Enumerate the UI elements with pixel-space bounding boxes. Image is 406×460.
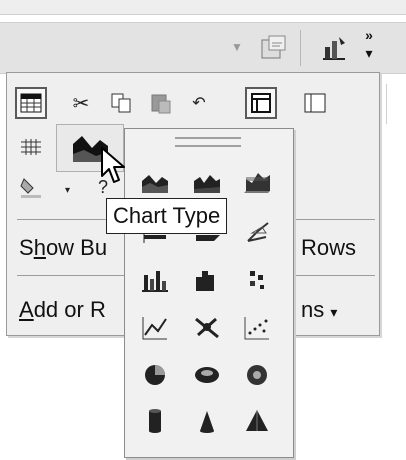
- show-buttons-tail[interactable]: Rows: [301, 235, 356, 261]
- pie-chart-icon[interactable]: [135, 357, 175, 393]
- add-remove-hotkey: A: [19, 297, 34, 322]
- bubble-chart-icon[interactable]: [237, 261, 277, 297]
- pyramid-chart-icon[interactable]: [237, 403, 277, 439]
- show-buttons-on-two-rows-item[interactable]: Show Bu: [19, 235, 107, 261]
- dropdown-arrow-icon[interactable]: ▼: [228, 36, 246, 58]
- cylinder-chart-icon[interactable]: [135, 403, 175, 439]
- column-3d-icon[interactable]: [187, 261, 227, 297]
- radar-chart-icon[interactable]: [237, 213, 277, 249]
- dropdown-arrow-icon[interactable]: ▾: [65, 185, 70, 196]
- grid-icon[interactable]: [15, 131, 47, 163]
- show-buttons-prefix: S: [19, 235, 34, 260]
- area-chart-icon[interactable]: [135, 163, 175, 199]
- window-top-edge: [0, 0, 406, 15]
- fill-color-icon[interactable]: [15, 171, 47, 203]
- xy-scatter-icon[interactable]: [187, 309, 227, 345]
- add-remove-tail[interactable]: ns ▾: [301, 297, 337, 323]
- format-table-icon[interactable]: [15, 87, 47, 119]
- worksheet-edge: [386, 84, 406, 124]
- copy-icon[interactable]: [105, 87, 137, 119]
- more-buttons-chevron-icon[interactable]: » ▾: [358, 26, 380, 68]
- undo-icon[interactable]: ↶: [183, 87, 215, 119]
- frame-icon[interactable]: [245, 87, 277, 119]
- chart-type-tooltip: Chart Type: [106, 198, 228, 234]
- pie-3d-icon[interactable]: [237, 357, 277, 393]
- toolbar-separator: [300, 30, 301, 66]
- mouse-cursor-icon: [101, 147, 125, 183]
- show-buttons-hotkey: h: [33, 235, 46, 260]
- cut-icon[interactable]: ✂: [65, 87, 97, 119]
- paste-icon[interactable]: [145, 87, 177, 119]
- column-chart-icon[interactable]: [135, 261, 175, 297]
- add-or-remove-buttons-item[interactable]: Add or R: [19, 297, 106, 323]
- line-chart-icon[interactable]: [135, 309, 175, 345]
- submenu-arrow-icon: ▾: [330, 304, 338, 320]
- properties-icon[interactable]: [254, 30, 294, 66]
- palette-drag-handle[interactable]: [175, 137, 241, 147]
- show-buttons-label: ow Bu: [45, 235, 108, 260]
- chart-wizard-icon[interactable]: [314, 30, 354, 66]
- doughnut-chart-icon[interactable]: [187, 357, 227, 393]
- area-3d-stacked-icon[interactable]: [237, 163, 277, 199]
- chart-type-palette: [124, 128, 294, 458]
- add-remove-label: dd or R: [33, 297, 106, 322]
- columns-icon[interactable]: [299, 87, 331, 119]
- area-3d-icon[interactable]: [187, 163, 227, 199]
- cone-chart-icon[interactable]: [187, 403, 227, 439]
- scatter-points-icon[interactable]: [237, 309, 277, 345]
- add-remove-tail-label: ns: [301, 297, 325, 322]
